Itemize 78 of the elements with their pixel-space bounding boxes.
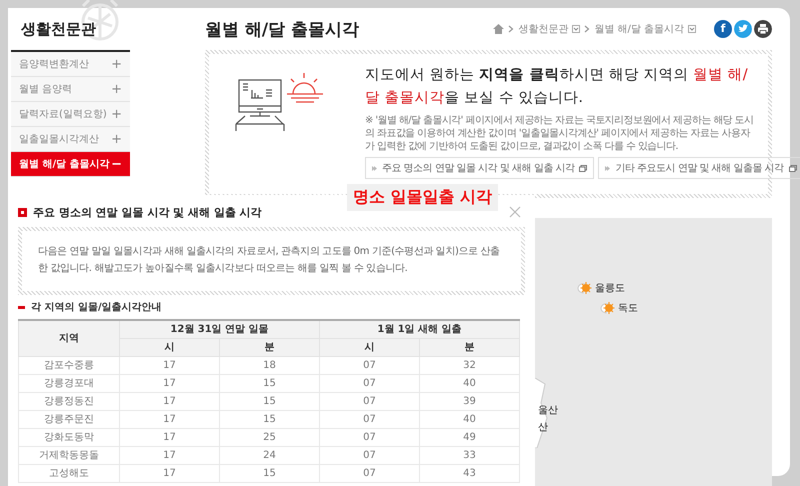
sidebar-item[interactable]: 일출일몰시각계산 +: [11, 127, 130, 152]
table-cell: 15: [220, 410, 320, 428]
table-cell: 24: [220, 446, 320, 464]
sun-marker-icon: [600, 301, 616, 315]
table-cell: 17: [120, 428, 220, 446]
table-cell: 15: [220, 392, 320, 410]
sidebar-item[interactable]: 달력자료(일력요항) +: [11, 102, 130, 127]
dropdown-icon[interactable]: [572, 25, 580, 33]
page-title: 월별 해/달 출몰시각: [205, 18, 360, 40]
table-cell: 25: [220, 428, 320, 446]
square-bullet-icon: [18, 208, 27, 216]
chevron-icon: [584, 25, 590, 33]
dropdown-icon[interactable]: [688, 25, 696, 33]
overlay-caption: 명소 일몰일출 시각: [347, 184, 498, 211]
note-text: ※ '월별 해/달 출몰시각' 페이지에서 제공하는 자료는 국토지리정보원에서 제공하는 해당 도시의 좌표값을 이용하여 계산한 값이며 '일출일몰시각계산' 페이지에서 제공하는 자료는 사용자가 입력한 값에 기반하여 도출된 값이므로, 결과값이 소폭 다를 수 있습니다.: [365, 114, 754, 153]
close-icon[interactable]: [509, 206, 521, 218]
map-label[interactable]: 산: [538, 420, 548, 434]
table-cell: 07: [320, 356, 420, 374]
dash-bullet-icon: [18, 306, 25, 308]
table-cell: 강화도동막: [18, 428, 120, 446]
sidebar-item[interactable]: 음양력변환계산 +: [11, 52, 130, 77]
table-cell: 33: [420, 446, 520, 464]
table-cell: 07: [320, 464, 420, 482]
column-header: 지역: [18, 320, 120, 356]
column-header: 시: [320, 338, 420, 356]
chevron-icon: [508, 25, 514, 33]
table-cell: 07: [320, 446, 420, 464]
table-cell: 고성해도: [18, 464, 120, 482]
section-title: 각 지역의 일몰/일출시각안내: [31, 301, 162, 314]
column-header: 1월 1일 새해 일출: [320, 320, 520, 338]
table-cell: 17: [120, 392, 220, 410]
table-cell: 43: [420, 464, 520, 482]
popup-link-button[interactable]: 주요 명소의 연말 일몰 시각 및 새해 일출 시각: [365, 157, 594, 179]
bullet-icon: [372, 166, 377, 170]
popup-link-button[interactable]: 기타 주요도시 연말 및 새해 일출몰 시각: [598, 157, 800, 179]
table-cell: 18: [220, 356, 320, 374]
table-cell: 17: [120, 464, 220, 482]
home-icon: [493, 24, 504, 34]
table-cell: 07: [320, 392, 420, 410]
table-cell: 49: [420, 428, 520, 446]
table-cell: 감포수중릉: [18, 356, 120, 374]
column-header: 분: [420, 338, 520, 356]
table-cell: 40: [420, 374, 520, 392]
sun-marker-icon: [577, 281, 593, 295]
intro-headline: 지도에서 원하는 지역을 클릭 하시면 해당 지역의 월별 해/달 출몰시각을 보실 수 있습니다.: [365, 66, 749, 108]
map-label[interactable]: 울릉도: [595, 281, 625, 295]
table-cell: 17: [120, 374, 220, 392]
breadcrumb-link[interactable]: 월별 해/달 출몰시각: [594, 22, 684, 36]
table-cell: 강릉경포대: [18, 374, 120, 392]
sidebar-item[interactable]: 월별 음양력 +: [11, 77, 130, 102]
table-cell: 17: [120, 446, 220, 464]
table-cell: 39: [420, 392, 520, 410]
sidebar-item[interactable]: 월별 해/달 출몰시각−: [11, 152, 130, 177]
table-cell: 강릉정동진: [18, 392, 120, 410]
table-cell: 07: [320, 374, 420, 392]
map-label[interactable]: 독도: [618, 301, 638, 315]
popup-title: 주요 명소의 연말 일몰 시각 및 새해 일출 시각: [33, 204, 263, 220]
column-header: 분: [220, 338, 320, 356]
table-cell: 40: [420, 410, 520, 428]
column-header: 시: [120, 338, 220, 356]
print-button[interactable]: [754, 20, 772, 38]
table-cell: 17: [120, 410, 220, 428]
table-cell: 07: [320, 428, 420, 446]
new-window-icon: [579, 164, 588, 172]
column-header: 12월 31일 연말 일몰: [120, 320, 320, 338]
table-cell: 거제학동몽돌: [18, 446, 120, 464]
table-cell: 17: [120, 356, 220, 374]
sidebar-title: 생활천문관: [21, 20, 96, 38]
table-cell: 15: [220, 464, 320, 482]
breadcrumb-link[interactable]: 생활천문관: [518, 22, 568, 36]
description-text: 다음은 연말 말일 일몰시각과 새해 일출시각의 자료로서, 관측지의 고도를 0m 기준(수평선과 일치)으로 산출한 값입니다. 해발고도가 높아질수록 일출시각보다 떠오르는 해를 일찍 볼 수 있습니다.: [38, 245, 501, 276]
table-cell: 15: [220, 374, 320, 392]
table-cell: 강릉주문진: [18, 410, 120, 428]
facebook-button[interactable]: f: [714, 20, 732, 38]
table-cell: 32: [420, 356, 520, 374]
table-cell: 07: [320, 410, 420, 428]
bullet-icon: [605, 166, 610, 170]
map-label[interactable]: 울산: [538, 403, 558, 417]
